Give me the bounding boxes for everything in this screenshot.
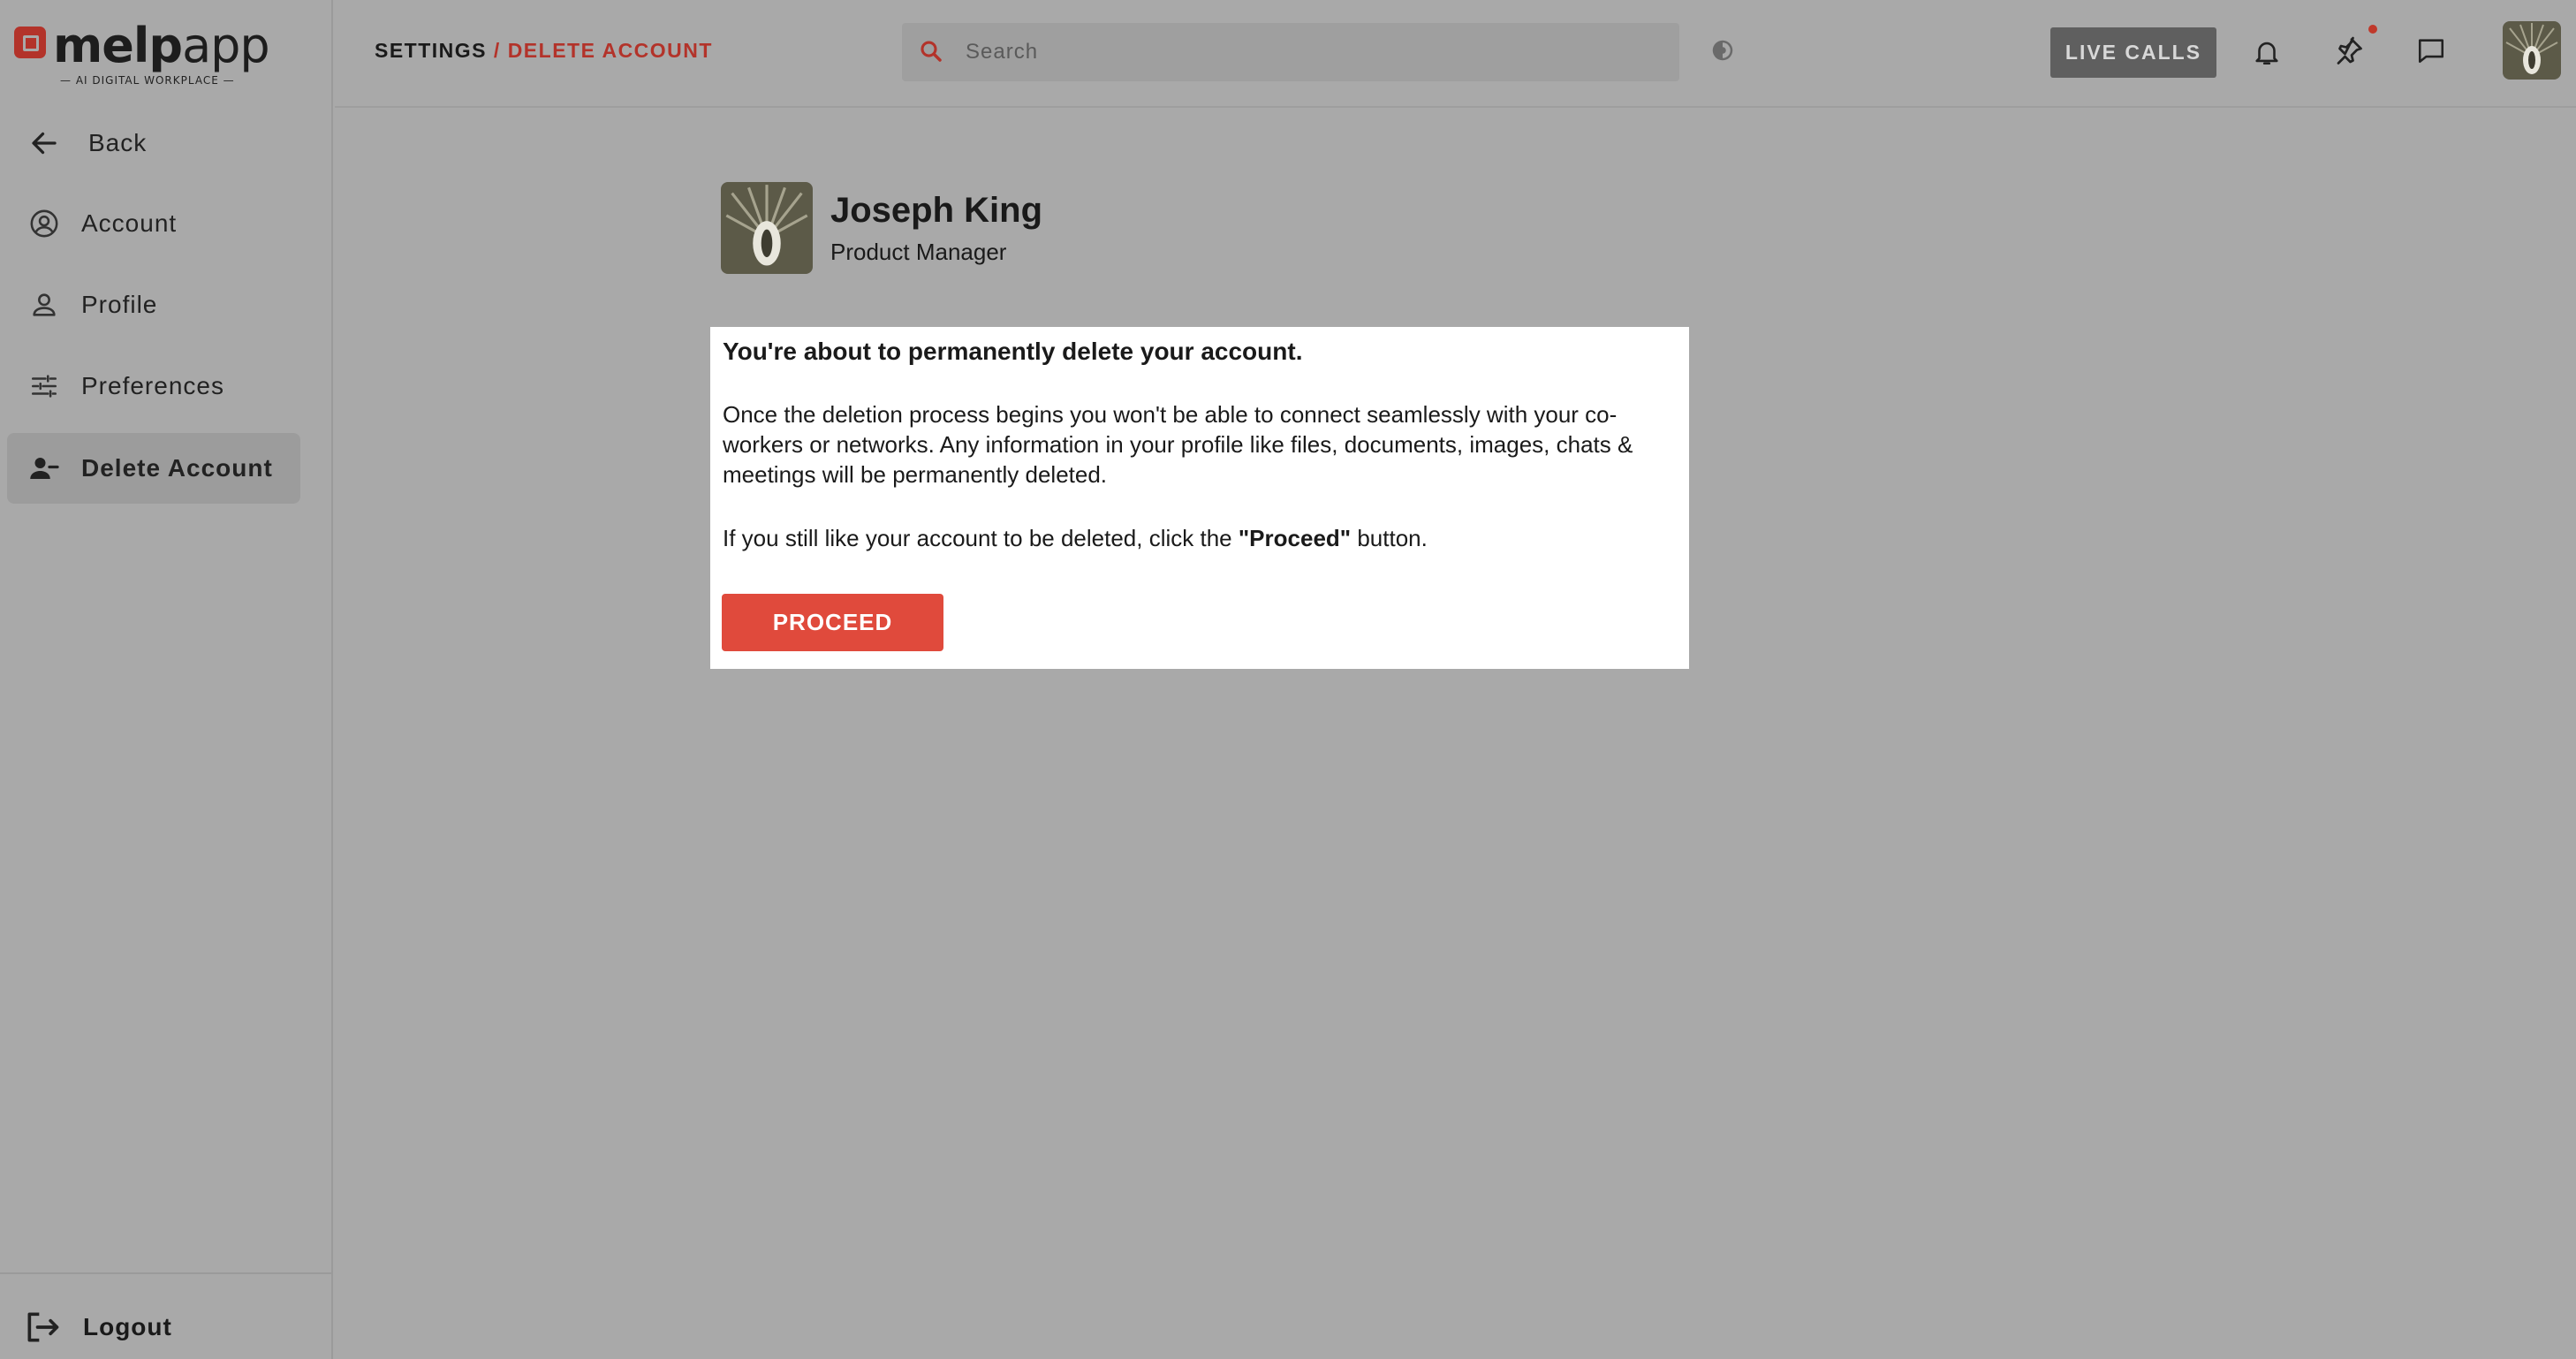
breadcrumb-current: DELETE ACCOUNT (507, 39, 713, 62)
user-avatar[interactable] (2503, 21, 2561, 80)
logout-button[interactable]: Logout (23, 1308, 172, 1347)
profile-avatar (721, 182, 813, 274)
notification-dot (2368, 25, 2377, 34)
logo-wordmark: melpapp (53, 18, 270, 73)
user-role: Product Manager (830, 239, 1007, 265)
delete-warning-title: You're about to permanently delete your … (723, 338, 1303, 365)
search-bar[interactable] (902, 23, 1679, 81)
sliders-icon (27, 368, 62, 404)
sidebar-item-label: Preferences (81, 372, 224, 399)
theme-toggle-icon[interactable] (1709, 37, 1736, 64)
breadcrumb: SETTINGS / DELETE ACCOUNT (375, 39, 713, 63)
breadcrumb-settings[interactable]: SETTINGS (375, 39, 487, 62)
account-circle-icon (27, 206, 62, 241)
search-icon (918, 38, 946, 66)
delete-account-panel: You're about to permanently delete your … (710, 327, 1689, 669)
proceed-emphasis: "Proceed" (1238, 525, 1352, 551)
live-calls-button[interactable]: LIVE CALLS (2050, 27, 2216, 78)
arrow-left-icon (27, 125, 62, 161)
melp-logo[interactable]: melpapp — AI DIGITAL WORKPLACE — (14, 18, 270, 90)
search-input[interactable] (966, 40, 1637, 65)
sidebar-item-account[interactable]: Account (7, 188, 300, 259)
logout-icon (23, 1308, 62, 1347)
person-icon (27, 287, 62, 323)
bell-icon[interactable] (2252, 35, 2287, 71)
chat-icon[interactable] (2416, 35, 2451, 71)
sidebar-item-delete-account[interactable]: Delete Account (7, 433, 300, 504)
sidebar-item-preferences[interactable]: Preferences (7, 351, 300, 421)
sidebar-item-label: Delete Account (81, 454, 273, 482)
back-label: Back (88, 129, 148, 156)
sidebar-item-label: Account (81, 209, 178, 237)
logo-tagline: — AI DIGITAL WORKPLACE — (60, 74, 235, 87)
sidebar-item-profile[interactable]: Profile (7, 270, 300, 340)
sidebar: melpapp — AI DIGITAL WORKPLACE — Back Ac… (0, 0, 333, 1359)
top-header: SETTINGS / DELETE ACCOUNT LIVE CALLS (335, 0, 2576, 108)
breadcrumb-separator: / (487, 39, 508, 62)
logout-label: Logout (83, 1313, 172, 1340)
melp-logo-mark-icon (14, 27, 46, 58)
user-name: Joseph King (830, 191, 1043, 230)
back-button[interactable]: Back (7, 108, 300, 178)
sidebar-item-label: Profile (81, 291, 158, 318)
sidebar-divider (0, 1272, 333, 1274)
proceed-button[interactable]: PROCEED (722, 594, 943, 651)
person-remove-icon (27, 451, 62, 486)
pin-icon[interactable] (2333, 35, 2368, 71)
delete-warning-body: Once the deletion process begins you won… (723, 401, 1633, 488)
delete-confirm-note: If you still like your account to be del… (723, 525, 1428, 551)
